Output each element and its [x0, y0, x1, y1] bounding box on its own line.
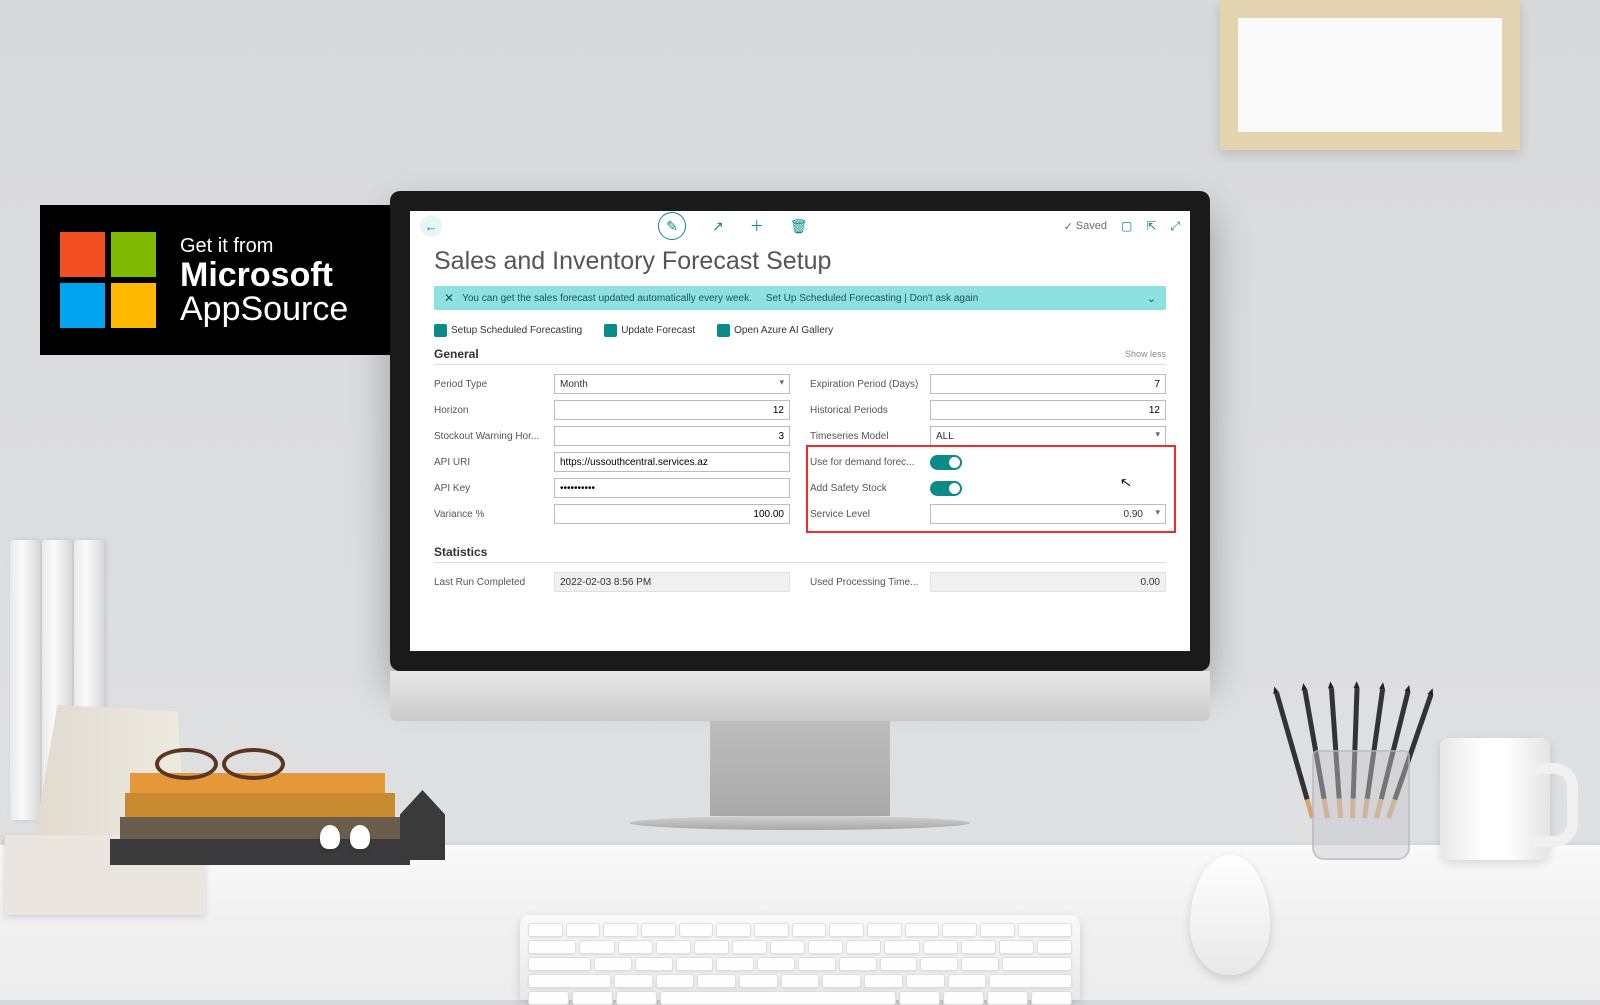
field-api-uri: API URI: [434, 449, 790, 475]
notification-expand-icon[interactable]: ⌄: [1147, 292, 1156, 305]
field-used-processing: Used Processing Time... 0.00: [810, 569, 1166, 595]
timeseries-model-select[interactable]: ALL: [930, 426, 1166, 446]
microsoft-logo-icon: [60, 232, 156, 328]
saved-indicator: ✓ Saved: [1064, 220, 1107, 233]
service-level-select[interactable]: 0.90: [930, 504, 1166, 524]
field-stockout-warning: Stockout Warning Hor...: [434, 423, 790, 449]
add-safety-stock-toggle[interactable]: [930, 481, 962, 496]
horizon-input[interactable]: [554, 400, 790, 420]
monitor-stand-base: [630, 816, 970, 830]
action-label: Update Forecast: [621, 325, 695, 336]
edit-button[interactable]: ✎: [658, 212, 686, 240]
action-row: Setup Scheduled Forecasting Update Forec…: [434, 324, 1166, 337]
last-run-value: 2022-02-03 8:56 PM: [554, 572, 790, 592]
wall-picture-frame: [1220, 0, 1520, 150]
popout-icon[interactable]: ▢: [1121, 219, 1132, 233]
api-key-input[interactable]: [554, 478, 790, 498]
open-azure-gallery-link[interactable]: Open Azure AI Gallery: [717, 324, 833, 337]
setup-scheduled-forecasting-link[interactable]: Setup Scheduled Forecasting: [434, 324, 582, 337]
period-type-select[interactable]: Month: [554, 374, 790, 394]
field-service-level: Service Level 0.90: [810, 501, 1166, 527]
field-add-safety-stock: Add Safety Stock: [810, 475, 1166, 501]
pencil-cup: [1312, 750, 1410, 860]
field-horizon: Horizon: [434, 397, 790, 423]
refresh-icon: [604, 324, 617, 337]
page-title: Sales and Inventory Forecast Setup: [410, 241, 1190, 286]
eyeglasses: [155, 748, 285, 776]
share-icon[interactable]: ↗: [712, 218, 724, 235]
show-less-link[interactable]: Show less: [1125, 349, 1166, 359]
monitor: ← ✎ ↗ ＋ 🗑 ✓ Saved ▢ ⇱ ⤢ Sa: [390, 191, 1210, 830]
azure-icon: [717, 324, 730, 337]
statistics-fields: Last Run Completed 2022-02-03 8:56 PM Us…: [434, 569, 1166, 595]
section-header-statistics: Statistics: [434, 545, 1166, 563]
pin-icon[interactable]: ⇱: [1146, 219, 1156, 233]
field-variance: Variance %: [434, 501, 790, 527]
appsource-line2: Microsoft: [180, 258, 348, 292]
saved-label: Saved: [1076, 220, 1107, 232]
variance-input[interactable]: [554, 504, 790, 524]
app-screen: ← ✎ ↗ ＋ 🗑 ✓ Saved ▢ ⇱ ⤢ Sa: [410, 211, 1190, 651]
field-expiration-period: Expiration Period (Days): [810, 371, 1166, 397]
notification-bar: ✕ You can get the sales forecast updated…: [434, 286, 1166, 310]
monitor-chin: [390, 671, 1210, 721]
section-header-general: General Show less: [434, 347, 1166, 365]
update-forecast-link[interactable]: Update Forecast: [604, 324, 695, 337]
check-icon: ✓: [1064, 220, 1073, 233]
section-title: General: [434, 347, 479, 361]
expiration-period-input[interactable]: [930, 374, 1166, 394]
use-demand-forecast-toggle[interactable]: [930, 455, 962, 470]
topbar: ← ✎ ↗ ＋ 🗑 ✓ Saved ▢ ⇱ ⤢: [410, 211, 1190, 241]
used-processing-value: 0.00: [930, 572, 1166, 592]
action-label: Open Azure AI Gallery: [734, 325, 833, 336]
field-last-run: Last Run Completed 2022-02-03 8:56 PM: [434, 569, 790, 595]
new-icon[interactable]: ＋: [750, 216, 764, 236]
dismiss-notification-icon[interactable]: ✕: [444, 291, 454, 305]
field-period-type: Period Type Month: [434, 371, 790, 397]
keyboard: [520, 915, 1080, 1000]
action-label: Setup Scheduled Forecasting: [451, 325, 582, 336]
expand-icon[interactable]: ⤢: [1170, 219, 1180, 234]
calendar-icon: [434, 324, 447, 337]
appsource-line3: AppSource: [180, 292, 348, 326]
earbuds: [320, 825, 380, 855]
notification-action-link[interactable]: Set Up Scheduled Forecasting | Don't ask…: [766, 293, 978, 304]
monitor-stand-neck: [710, 721, 890, 816]
general-fields: Period Type Month Horizon Stockout Warni…: [434, 371, 1166, 527]
field-historical-periods: Historical Periods: [810, 397, 1166, 423]
section-title: Statistics: [434, 545, 487, 559]
appsource-badge: Get it from Microsoft AppSource: [40, 205, 430, 355]
appsource-line1: Get it from: [180, 235, 348, 258]
stockout-warning-input[interactable]: [554, 426, 790, 446]
field-use-demand-forecast: Use for demand forec...: [810, 449, 1166, 475]
field-timeseries-model: Timeseries Model ALL: [810, 423, 1166, 449]
historical-periods-input[interactable]: [930, 400, 1166, 420]
back-button[interactable]: ←: [420, 215, 442, 237]
pencils: [1290, 655, 1410, 760]
coffee-mug: [1440, 738, 1550, 860]
delete-icon[interactable]: 🗑: [790, 218, 808, 235]
api-uri-input[interactable]: [554, 452, 790, 472]
notification-message: You can get the sales forecast updated a…: [462, 293, 752, 304]
field-api-key: API Key: [434, 475, 790, 501]
